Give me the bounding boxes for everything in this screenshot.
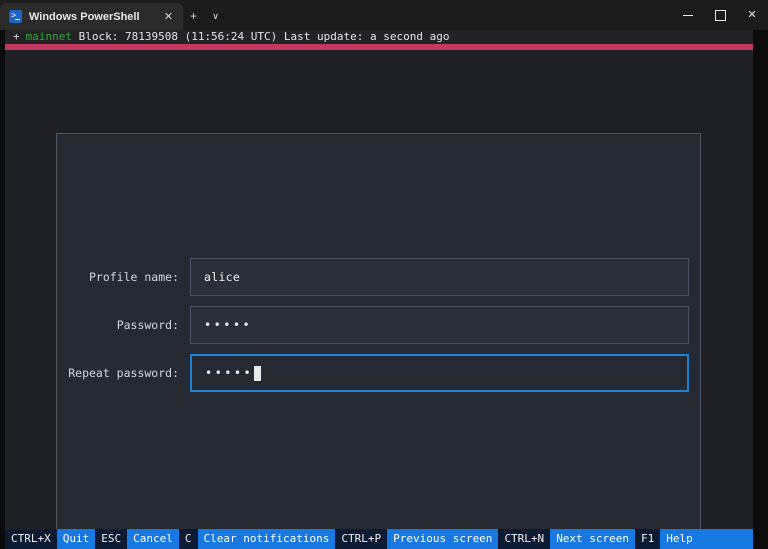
profile-form: Profile name: alice Password: ••••• Repe… bbox=[57, 258, 702, 402]
label-profile-name: Profile name: bbox=[88, 270, 179, 284]
keyhint-action-quit[interactable]: Quit bbox=[56, 529, 96, 549]
terminal-content: + mainnet Block: 78139508 (11:56:24 UTC) … bbox=[5, 30, 753, 549]
keybar-filler bbox=[698, 529, 753, 549]
keyhint-key-esc: ESC bbox=[95, 529, 128, 549]
field-row-password: Password: ••••• bbox=[57, 306, 702, 344]
network-name: mainnet bbox=[25, 30, 72, 43]
tab-strip: Windows PowerShell ✕ + ∨ bbox=[0, 0, 672, 30]
field-row-profile-name: Profile name: alice bbox=[57, 258, 702, 296]
block-status-text bbox=[72, 30, 79, 44]
status-prefix: + bbox=[13, 30, 20, 43]
chevron-down-icon[interactable]: ∨ bbox=[205, 3, 227, 30]
keyhint-action-next-screen[interactable]: Next screen bbox=[550, 529, 636, 549]
keyhint-action-clear-notifications[interactable]: Clear notifications bbox=[197, 529, 336, 549]
input-password[interactable]: ••••• bbox=[190, 306, 689, 344]
window-controls: ✕ bbox=[672, 0, 768, 30]
keyhint-key-c: C bbox=[178, 529, 198, 549]
keyhint-key-f1: F1 bbox=[635, 529, 661, 549]
tab-windows-powershell[interactable]: Windows PowerShell ✕ bbox=[0, 3, 183, 30]
field-row-repeat-password: Repeat password: ••••• bbox=[57, 354, 702, 392]
window-close-button[interactable]: ✕ bbox=[736, 0, 768, 30]
label-password: Password: bbox=[116, 318, 179, 332]
profile-form-panel: Profile name: alice Password: ••••• Repe… bbox=[56, 133, 701, 530]
terminal-window: Windows PowerShell ✕ + ∨ ✕ + mainnet Bloc… bbox=[0, 0, 768, 549]
minimize-button[interactable] bbox=[672, 0, 704, 30]
network-status-line: + mainnet Block: 78139508 (11:56:24 UTC) … bbox=[5, 30, 753, 44]
keyhint-action-help[interactable]: Help bbox=[660, 529, 699, 549]
value-repeat-password: ••••• bbox=[205, 366, 254, 380]
label-repeat-password: Repeat password: bbox=[68, 366, 179, 380]
keyhint-key-ctrl-n: CTRL+N bbox=[498, 529, 551, 549]
input-profile-name[interactable]: alice bbox=[190, 258, 689, 296]
tab-title: Windows PowerShell bbox=[29, 10, 140, 23]
title-bar: Windows PowerShell ✕ + ∨ ✕ bbox=[0, 0, 768, 30]
minimize-icon bbox=[683, 14, 693, 16]
block-status-value: Block: 78139508 (11:56:24 UTC) Last upda… bbox=[78, 30, 450, 43]
keyhint-action-previous-screen[interactable]: Previous screen bbox=[387, 529, 499, 549]
input-repeat-password[interactable]: ••••• bbox=[190, 354, 689, 392]
keyhint-action-cancel[interactable]: Cancel bbox=[127, 529, 179, 549]
keyhint-key-ctrl-x: CTRL+X bbox=[5, 529, 57, 549]
keyhint-key-ctrl-p: CTRL+P bbox=[335, 529, 388, 549]
close-icon[interactable]: ✕ bbox=[161, 9, 177, 25]
powershell-icon bbox=[9, 10, 22, 23]
value-password: ••••• bbox=[204, 318, 253, 332]
text-cursor bbox=[254, 365, 262, 381]
key-hint-bar: CTRL+X Quit ESC Cancel C Clear notifications C… bbox=[5, 529, 753, 549]
maximize-icon bbox=[714, 9, 726, 21]
value-profile-name: alice bbox=[204, 270, 241, 284]
tui-canvas: Profile name: alice Password: ••••• Repe… bbox=[5, 50, 753, 530]
new-tab-button[interactable]: + bbox=[183, 3, 205, 30]
maximize-button[interactable] bbox=[704, 0, 736, 30]
